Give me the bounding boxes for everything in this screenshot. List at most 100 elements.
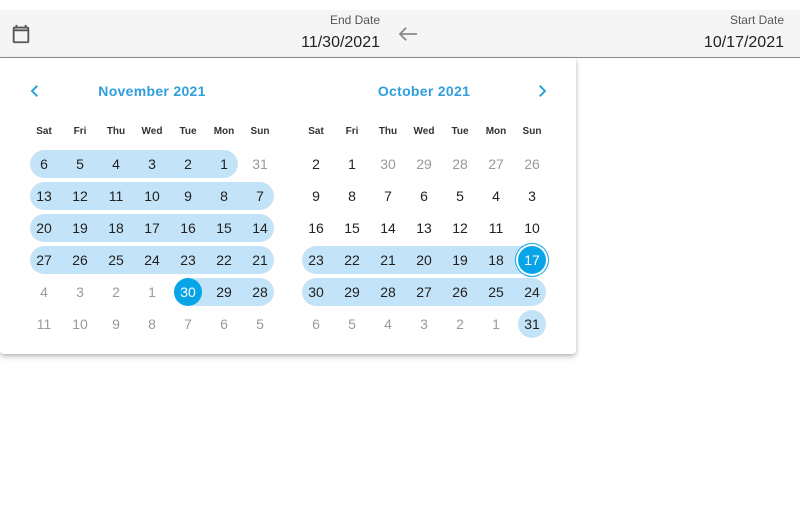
day-cell[interactable]: 8	[134, 310, 170, 338]
day-cell[interactable]: 12	[442, 214, 478, 242]
day-cell[interactable]: 1	[334, 150, 370, 178]
day-cell[interactable]: 26	[62, 246, 98, 274]
day-cell[interactable]: 25	[98, 246, 134, 274]
date-range-field[interactable]: End Date 11/30/2021 Start Date 10/17/202…	[0, 10, 800, 58]
day-cell[interactable]: 30	[298, 278, 334, 306]
weekday-label: Sun	[250, 126, 270, 137]
day-cell[interactable]: 5	[242, 310, 278, 338]
day-cell[interactable]: 7	[242, 182, 278, 210]
weekday-label: Thu	[378, 126, 398, 137]
day-cell[interactable]: 29	[206, 278, 242, 306]
day-cell[interactable]: 21	[370, 246, 406, 274]
day-cell[interactable]: 28	[442, 150, 478, 178]
day-cell[interactable]: 6	[206, 310, 242, 338]
day-cell[interactable]: 15	[334, 214, 370, 242]
day-cell[interactable]: 27	[406, 278, 442, 306]
start-date-field[interactable]: Start Date 10/17/2021	[704, 13, 784, 53]
day-cell[interactable]: 1	[134, 278, 170, 306]
day-cell[interactable]: 11	[98, 182, 134, 210]
day-cell[interactable]: 5	[442, 182, 478, 210]
day-cell[interactable]: 15	[206, 214, 242, 242]
day-cell[interactable]: 26	[442, 278, 478, 306]
day-cell[interactable]: 18	[478, 246, 514, 274]
day-cell[interactable]: 3	[134, 150, 170, 178]
day-cell[interactable]: 14	[370, 214, 406, 242]
day-cell[interactable]: 19	[62, 214, 98, 242]
day-cell[interactable]: 20	[26, 214, 62, 242]
day-cell[interactable]: 10	[514, 214, 550, 242]
day-cell[interactable]: 4	[370, 310, 406, 338]
selected-day[interactable]: 17	[514, 246, 550, 274]
day-cell[interactable]: 2	[170, 150, 206, 178]
day-cell[interactable]: 19	[442, 246, 478, 274]
day-cell[interactable]: 9	[170, 182, 206, 210]
day-cell[interactable]: 16	[298, 214, 334, 242]
day-cell[interactable]: 4	[26, 278, 62, 306]
end-date-label: End Date	[329, 13, 380, 27]
day-cell[interactable]: 9	[298, 182, 334, 210]
day-cell[interactable]: 25	[478, 278, 514, 306]
day-cell[interactable]: 5	[334, 310, 370, 338]
day-cell[interactable]: 18	[98, 214, 134, 242]
day-cell[interactable]: 3	[62, 278, 98, 306]
day-cell[interactable]: 6	[298, 310, 334, 338]
weekday-label: Sun	[522, 126, 542, 137]
day-cell[interactable]: 12	[62, 182, 98, 210]
week-row: 16 15 14 13 12 11 10	[298, 210, 550, 242]
day-cell[interactable]: 16	[170, 214, 206, 242]
day-cell[interactable]: 7	[170, 310, 206, 338]
day-cell[interactable]: 26	[514, 150, 550, 178]
day-cell[interactable]: 4	[478, 182, 514, 210]
selected-day[interactable]: 30	[170, 278, 206, 306]
day-cell[interactable]: 27	[478, 150, 514, 178]
day-cell[interactable]: 29	[334, 278, 370, 306]
day-cell[interactable]: 6	[406, 182, 442, 210]
day-cell[interactable]: 3	[514, 182, 550, 210]
day-cell[interactable]: 23	[170, 246, 206, 274]
day-cell[interactable]: 4	[98, 150, 134, 178]
day-cell[interactable]: 14	[242, 214, 278, 242]
day-cell[interactable]: 30	[370, 150, 406, 178]
day-cell[interactable]: 10	[134, 182, 170, 210]
day-cell[interactable]: 6	[26, 150, 62, 178]
day-cell[interactable]: 3	[406, 310, 442, 338]
day-cell[interactable]: 22	[334, 246, 370, 274]
day-cell[interactable]: 17	[134, 214, 170, 242]
day-cell[interactable]: 27	[26, 246, 62, 274]
weekday-header: Sat Fri Thu Wed Tue Mon Sun	[26, 126, 278, 140]
day-cell[interactable]: 22	[206, 246, 242, 274]
day-cell[interactable]: 11	[26, 310, 62, 338]
day-cell[interactable]: 31	[514, 310, 550, 338]
day-cell[interactable]: 28	[370, 278, 406, 306]
month-title: October 2021	[377, 83, 471, 99]
day-cell[interactable]: 1	[206, 150, 242, 178]
day-cell[interactable]: 2	[298, 150, 334, 178]
start-date-label: Start Date	[729, 13, 784, 27]
day-cell[interactable]: 11	[478, 214, 514, 242]
day-cell[interactable]: 7	[370, 182, 406, 210]
day-cell[interactable]: 20	[406, 246, 442, 274]
start-date-value[interactable]: 10/17/2021	[704, 33, 784, 53]
day-cell[interactable]: 23	[298, 246, 334, 274]
day-cell[interactable]: 31	[242, 150, 278, 178]
day-cell[interactable]: 1	[478, 310, 514, 338]
day-cell[interactable]: 13	[406, 214, 442, 242]
day-cell[interactable]: 24	[134, 246, 170, 274]
day-cell[interactable]: 8	[206, 182, 242, 210]
day-cell[interactable]: 29	[406, 150, 442, 178]
calendar-icon[interactable]	[10, 23, 32, 45]
end-date-field[interactable]: End Date 11/30/2021	[301, 13, 380, 53]
day-cell[interactable]: 24	[514, 278, 550, 306]
day-cell[interactable]: 8	[334, 182, 370, 210]
day-cell[interactable]: 28	[242, 278, 278, 306]
day-cell[interactable]: 5	[62, 150, 98, 178]
calendar-popup: November 2021 Sat Fri Thu Wed Tue Mon Sun 6543…	[0, 58, 576, 354]
end-date-value[interactable]: 11/30/2021	[301, 33, 380, 53]
day-cell[interactable]: 13	[26, 182, 62, 210]
day-cell[interactable]: 9	[98, 310, 134, 338]
day-cell[interactable]: 2	[98, 278, 134, 306]
day-cell[interactable]: 10	[62, 310, 98, 338]
day-cell[interactable]: 2	[442, 310, 478, 338]
week-row: 2 1 30 29 28 27 26	[298, 146, 550, 178]
day-cell[interactable]: 21	[242, 246, 278, 274]
